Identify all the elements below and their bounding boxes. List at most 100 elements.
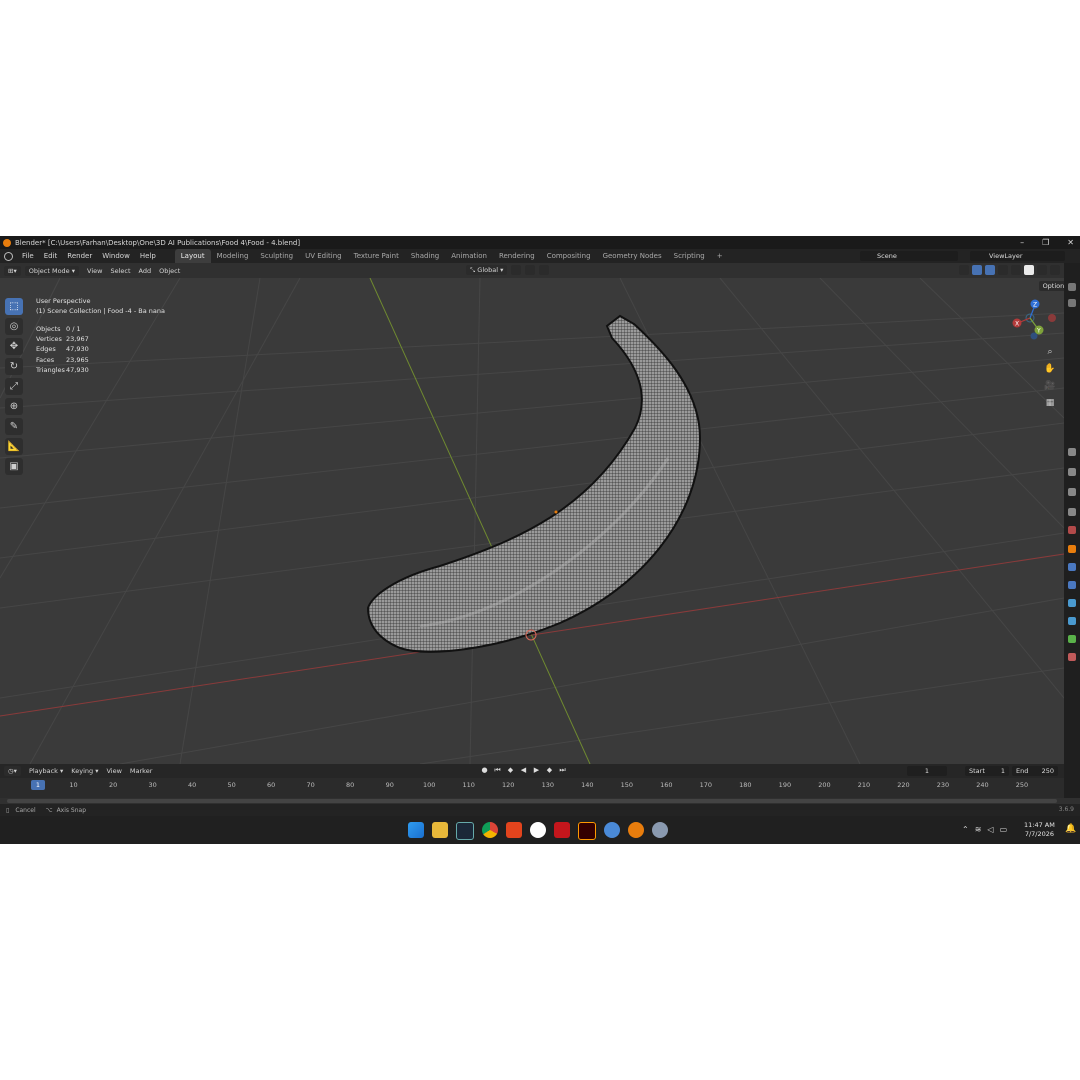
viewport-menu-view[interactable]: View (87, 267, 102, 275)
illustrator-icon[interactable] (578, 822, 596, 840)
tab-sculpting[interactable]: Sculpting (254, 249, 299, 263)
blender-taskbar-icon[interactable] (628, 822, 644, 838)
blender-logo-icon[interactable] (4, 251, 13, 261)
file-explorer-icon[interactable] (432, 822, 448, 838)
tab-scripting[interactable]: Scripting (668, 249, 711, 263)
tool-properties-icon[interactable] (1068, 283, 1076, 291)
menu-file[interactable]: File (17, 252, 39, 260)
tab-compositing[interactable]: Compositing (541, 249, 597, 263)
timeline-scrollbar[interactable] (7, 799, 1057, 803)
jump-end-icon[interactable]: ⏭ (558, 766, 567, 775)
close-button[interactable]: ✕ (1067, 238, 1074, 247)
current-frame-indicator[interactable]: 1 (31, 780, 45, 790)
solid-shading-icon[interactable] (1024, 265, 1034, 275)
viewport-menu-select[interactable]: Select (110, 267, 130, 275)
timeline-editor-type-button[interactable]: ◷▾ (4, 766, 21, 776)
tab-geometry-nodes[interactable]: Geometry Nodes (597, 249, 668, 263)
play-icon[interactable]: ▶ (532, 766, 541, 775)
play-reverse-icon[interactable]: ◀ (519, 766, 528, 775)
prev-keyframe-icon[interactable]: ◆ (506, 766, 515, 775)
editor-type-button[interactable]: ⊞▾ (4, 265, 21, 276)
select-box-tool-icon[interactable]: ⬚ (5, 298, 23, 315)
windows-start-icon[interactable] (408, 822, 424, 838)
timeline-menu-keying[interactable]: Keying ▾ (71, 767, 98, 775)
tab-modeling[interactable]: Modeling (211, 249, 255, 263)
battery-icon[interactable]: ▭ (1000, 825, 1008, 834)
data-properties-icon[interactable] (1068, 635, 1076, 643)
jump-start-icon[interactable]: ⏮ (493, 766, 502, 775)
tab-shading[interactable]: Shading (405, 249, 445, 263)
timeline-menu-marker[interactable]: Marker (130, 767, 152, 775)
record-icon[interactable]: ● (480, 766, 489, 775)
output-properties-icon[interactable] (1068, 448, 1076, 456)
measure-tool-icon[interactable]: 📐 (5, 438, 23, 455)
transform-tool-icon[interactable]: ⊕ (5, 398, 23, 415)
tab-animation[interactable]: Animation (445, 249, 493, 263)
material-shading-icon[interactable] (1037, 265, 1047, 275)
collection-properties-icon[interactable] (1068, 526, 1076, 534)
menu-window[interactable]: Window (97, 252, 135, 260)
mode-dropdown[interactable]: Object Mode ▾ (24, 265, 80, 276)
add-workspace-button[interactable]: + (711, 249, 729, 263)
volume-icon[interactable]: ◁ (987, 825, 993, 834)
proportional-edit-icon[interactable] (539, 265, 550, 275)
timeline-menu-view[interactable]: View (106, 767, 121, 775)
brave-icon[interactable] (506, 822, 522, 838)
particles-properties-icon[interactable] (1068, 581, 1076, 589)
scene-properties-icon[interactable] (1068, 488, 1076, 496)
view-layer-properties-icon[interactable] (1068, 468, 1076, 476)
menu-render[interactable]: Render (62, 252, 97, 260)
cursor-tool-icon[interactable]: ◎ (5, 318, 23, 335)
pivot-icon[interactable] (511, 265, 522, 275)
notification-bell-icon[interactable]: 🔔 (1065, 824, 1076, 834)
material-properties-icon[interactable] (1068, 653, 1076, 661)
visibility-icon[interactable] (959, 265, 969, 275)
steam-icon[interactable] (456, 822, 474, 840)
pan-hand-icon[interactable]: ✋ (1044, 363, 1056, 375)
wireframe-shading-icon[interactable] (1011, 265, 1021, 275)
render-properties-icon[interactable] (1068, 299, 1076, 307)
next-keyframe-icon[interactable]: ◆ (545, 766, 554, 775)
rendered-shading-icon[interactable] (1050, 265, 1060, 275)
start-frame-field[interactable]: Start 1 (965, 766, 1009, 776)
viewport-menu-object[interactable]: Object (159, 267, 180, 275)
3d-viewport[interactable]: Z X Y (0, 278, 1064, 764)
acrobat-icon[interactable] (554, 822, 570, 838)
move-tool-icon[interactable]: ✥ (5, 338, 23, 355)
tab-uv-editing[interactable]: UV Editing (299, 249, 348, 263)
chrome-icon[interactable] (482, 822, 498, 838)
maximize-button[interactable]: ❐ (1042, 238, 1049, 247)
menu-edit[interactable]: Edit (39, 252, 63, 260)
viewport-menu-add[interactable]: Add (139, 267, 152, 275)
snap-icon[interactable] (525, 265, 536, 275)
overlay-toggle-icon[interactable] (985, 265, 995, 275)
scale-tool-icon[interactable]: ⤢ (5, 378, 23, 395)
tab-layout[interactable]: Layout (174, 249, 211, 263)
perspective-toggle-icon[interactable]: ▦ (1044, 397, 1056, 409)
tab-rendering[interactable]: Rendering (493, 249, 541, 263)
qbittorrent-icon[interactable] (604, 822, 620, 838)
zoom-icon[interactable]: ⌕ (1044, 346, 1056, 358)
scene-selector[interactable]: Scene (860, 251, 958, 261)
end-frame-field[interactable]: End 250 (1012, 766, 1058, 776)
menu-help[interactable]: Help (135, 252, 161, 260)
minimize-button[interactable]: – (1020, 238, 1024, 247)
chevron-up-icon[interactable]: ⌃ (962, 825, 969, 834)
taskbar-clock[interactable]: 11:47 AM 7/7/2026 (1024, 821, 1055, 839)
add-cube-tool-icon[interactable]: ▣ (5, 458, 23, 475)
view-layer-selector[interactable]: ViewLayer (970, 251, 1065, 261)
world-properties-icon[interactable] (1068, 508, 1076, 516)
timeline-ruler[interactable]: 1 10 20 30 40 50 60 70 80 90 100 110 120 130 140 150 16… (0, 778, 1064, 798)
no-entry-app-icon[interactable] (530, 822, 546, 838)
modifier-properties-icon[interactable] (1068, 563, 1076, 571)
object-properties-icon[interactable] (1068, 545, 1076, 553)
camera-view-icon[interactable]: 🎥 (1044, 380, 1056, 392)
xray-icon[interactable] (998, 265, 1008, 275)
orientation-dropdown[interactable]: ⤡ Global ▾ (466, 265, 508, 275)
constraints-properties-icon[interactable] (1068, 617, 1076, 625)
gizmo-toggle-icon[interactable] (972, 265, 982, 275)
physics-properties-icon[interactable] (1068, 599, 1076, 607)
settings-gear-icon[interactable] (652, 822, 668, 838)
wifi-icon[interactable]: ≋ (975, 825, 982, 834)
tab-texture-paint[interactable]: Texture Paint (348, 249, 405, 263)
